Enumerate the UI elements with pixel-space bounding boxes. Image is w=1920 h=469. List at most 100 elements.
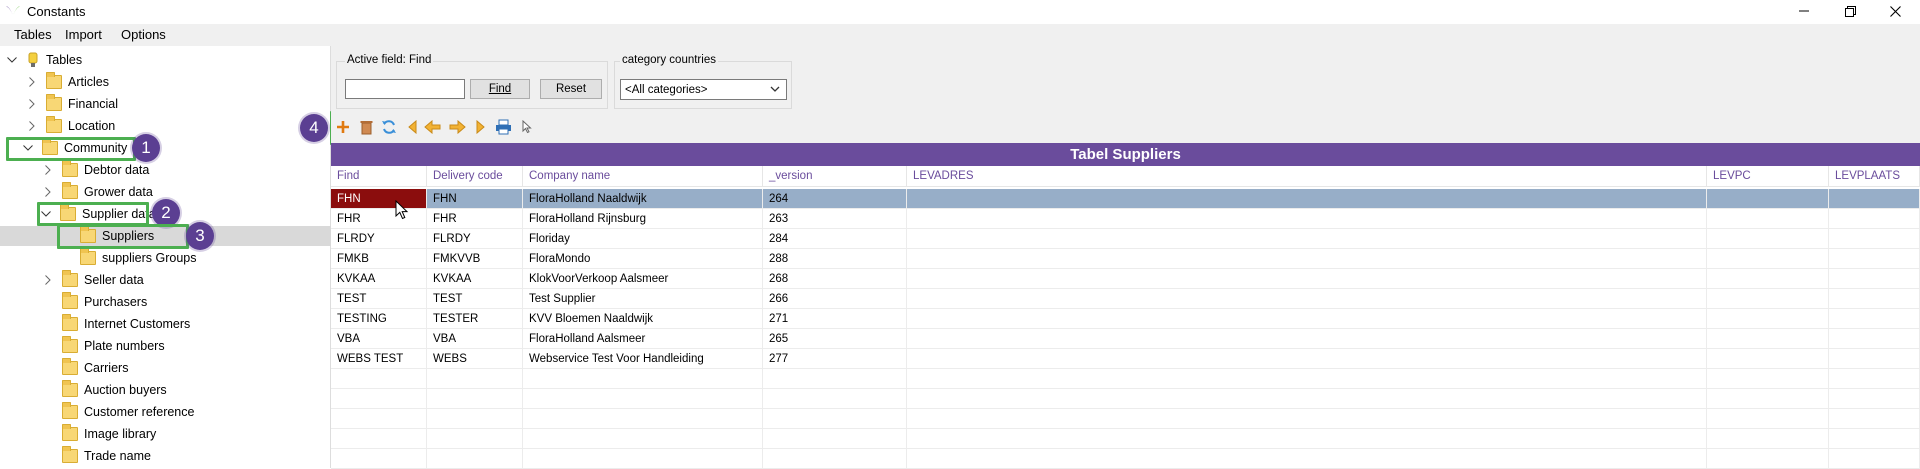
- table-cell[interactable]: TESTER: [427, 309, 523, 329]
- table-cell[interactable]: [907, 289, 1707, 309]
- chevron-right-icon[interactable]: [42, 187, 54, 197]
- table-cell[interactable]: FMKB: [331, 249, 427, 269]
- table-cell[interactable]: [1829, 209, 1920, 229]
- tree-node-grower-data[interactable]: Grower data: [42, 181, 153, 203]
- last-record-button[interactable]: [472, 118, 490, 136]
- tree-node-location[interactable]: Location: [26, 115, 115, 137]
- tree-node-suppliers-groups[interactable]: suppliers Groups: [80, 247, 197, 269]
- table-cell[interactable]: [1707, 229, 1829, 249]
- table-cell[interactable]: FLRDY: [427, 229, 523, 249]
- table-cell[interactable]: [907, 309, 1707, 329]
- tree-node-purchasers[interactable]: Purchasers: [62, 291, 147, 313]
- table-cell[interactable]: [1829, 289, 1920, 309]
- column-header-3[interactable]: _version: [763, 166, 907, 187]
- table-cell[interactable]: WEBS TEST: [331, 349, 427, 369]
- table-cell[interactable]: FLRDY: [331, 229, 427, 249]
- table-cell[interactable]: FHN: [331, 189, 427, 209]
- find-input[interactable]: [345, 79, 465, 99]
- table-row[interactable]: FHR FHR FloraHolland Rijnsburg 263: [331, 209, 1920, 229]
- add-button[interactable]: [334, 118, 352, 136]
- table-cell[interactable]: [1829, 249, 1920, 269]
- print-button[interactable]: [494, 118, 512, 136]
- table-cell[interactable]: [1707, 349, 1829, 369]
- category-select[interactable]: <All categories>: [620, 79, 787, 100]
- chevron-down-icon[interactable]: [6, 57, 18, 63]
- table-cell[interactable]: WEBS: [427, 349, 523, 369]
- table-cell[interactable]: [1707, 189, 1829, 209]
- table-cell[interactable]: FMKVVB: [427, 249, 523, 269]
- tree-node-carriers[interactable]: Carriers: [62, 357, 128, 379]
- chevron-right-icon[interactable]: [26, 121, 38, 131]
- chevron-right-icon[interactable]: [26, 99, 38, 109]
- menu-tables[interactable]: Tables: [14, 27, 52, 42]
- table-cell[interactable]: KlokVoorVerkoop Aalsmeer: [523, 269, 763, 289]
- menu-import[interactable]: Import: [65, 27, 102, 42]
- table-cell[interactable]: KVV Bloemen Naaldwijk: [523, 309, 763, 329]
- tree-node-image-library[interactable]: Image library: [62, 423, 156, 445]
- reset-button[interactable]: Reset: [540, 79, 602, 99]
- table-cell[interactable]: 271: [763, 309, 907, 329]
- table-cell[interactable]: VBA: [427, 329, 523, 349]
- column-header-1[interactable]: Delivery code: [427, 166, 523, 187]
- table-cell[interactable]: [1829, 269, 1920, 289]
- column-header-6[interactable]: LEVPLAATS: [1829, 166, 1920, 187]
- table-cell[interactable]: FHR: [331, 209, 427, 229]
- first-record-button[interactable]: [403, 118, 421, 136]
- table-cell[interactable]: TESTING: [331, 309, 427, 329]
- menu-options[interactable]: Options: [121, 27, 166, 42]
- table-cell[interactable]: FloraHolland Rijnsburg: [523, 209, 763, 229]
- table-cell[interactable]: FloraHolland Aalsmeer: [523, 329, 763, 349]
- table-cell[interactable]: [1707, 329, 1829, 349]
- minimize-button[interactable]: [1781, 0, 1827, 22]
- table-cell[interactable]: [1829, 229, 1920, 249]
- table-cell[interactable]: 263: [763, 209, 907, 229]
- table-cell[interactable]: 265: [763, 329, 907, 349]
- column-header-4[interactable]: LEVADRES: [907, 166, 1707, 187]
- table-cell[interactable]: Floriday: [523, 229, 763, 249]
- table-cell[interactable]: [1829, 349, 1920, 369]
- tree-node-seller-data[interactable]: Seller data: [42, 269, 144, 291]
- table-cell[interactable]: [1707, 249, 1829, 269]
- table-row[interactable]: KVKAA KVKAA KlokVoorVerkoop Aalsmeer 268: [331, 269, 1920, 289]
- table-row[interactable]: FHN FHN FloraHolland Naaldwijk 264: [331, 189, 1920, 209]
- chevron-right-icon[interactable]: [42, 165, 54, 175]
- column-header-2[interactable]: Company name: [523, 166, 763, 187]
- column-header-0[interactable]: Find: [331, 166, 427, 187]
- table-cell[interactable]: [907, 229, 1707, 249]
- next-record-button[interactable]: [448, 118, 466, 136]
- table-cell[interactable]: Test Supplier: [523, 289, 763, 309]
- table-cell[interactable]: [907, 329, 1707, 349]
- table-row[interactable]: FLRDY FLRDY Floriday 284: [331, 229, 1920, 249]
- tree-node-financial[interactable]: Financial: [26, 93, 118, 115]
- table-cell[interactable]: FHN: [427, 189, 523, 209]
- table-cell[interactable]: [1707, 289, 1829, 309]
- table-cell[interactable]: KVKAA: [331, 269, 427, 289]
- table-cell[interactable]: VBA: [331, 329, 427, 349]
- table-cell[interactable]: 266: [763, 289, 907, 309]
- tree-node-debtor-data[interactable]: Debtor data: [42, 159, 149, 181]
- previous-record-button[interactable]: [424, 118, 442, 136]
- table-cell[interactable]: FHR: [427, 209, 523, 229]
- tree-node-auction-buyers[interactable]: Auction buyers: [62, 379, 167, 401]
- table-row[interactable]: VBA VBA FloraHolland Aalsmeer 265: [331, 329, 1920, 349]
- restore-button[interactable]: [1827, 0, 1873, 22]
- table-cell[interactable]: [907, 269, 1707, 289]
- delete-button[interactable]: [357, 118, 375, 136]
- table-cell[interactable]: 268: [763, 269, 907, 289]
- chevron-right-icon[interactable]: [26, 77, 38, 87]
- table-cell[interactable]: Webservice Test Voor Handleiding: [523, 349, 763, 369]
- table-cell[interactable]: TEST: [427, 289, 523, 309]
- table-cell[interactable]: [1707, 209, 1829, 229]
- table-cell[interactable]: [1829, 309, 1920, 329]
- chevron-right-icon[interactable]: [42, 275, 54, 285]
- table-cell[interactable]: 284: [763, 229, 907, 249]
- close-button[interactable]: [1872, 0, 1918, 22]
- table-row[interactable]: WEBS TEST WEBS Webservice Test Voor Handle…: [331, 349, 1920, 369]
- column-header-5[interactable]: LEVPC: [1707, 166, 1829, 187]
- tree-node-articles[interactable]: Articles: [26, 71, 109, 93]
- table-cell[interactable]: [907, 249, 1707, 269]
- table-row[interactable]: TEST TEST Test Supplier 266: [331, 289, 1920, 309]
- table-row[interactable]: TESTING TESTER KVV Bloemen Naaldwijk 271: [331, 309, 1920, 329]
- find-button[interactable]: Find: [470, 79, 530, 99]
- table-cell[interactable]: [1829, 189, 1920, 209]
